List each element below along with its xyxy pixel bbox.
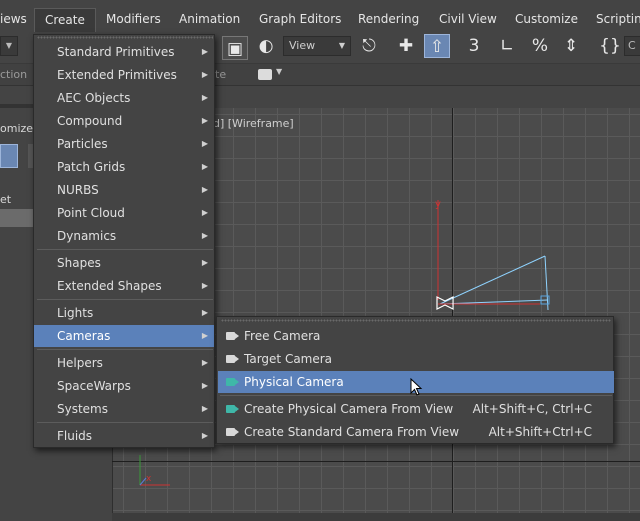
chevron-right-icon: ▶ [201, 162, 208, 171]
menu-item-label: Patch Grids [57, 160, 126, 174]
menu-item-label: Cameras [57, 329, 111, 343]
mouse-cursor-icon [410, 378, 423, 396]
menu-item-label: Target Camera [244, 352, 333, 366]
menu-item-label: AEC Objects [57, 91, 131, 105]
menu-item-label: Systems [57, 402, 108, 416]
create-menu-dropdown: Standard Primitives ▶ Extended Primitives… [33, 34, 215, 448]
menu-item-label: Lights [57, 306, 94, 320]
menu-separator [37, 299, 213, 300]
menu-item-label: Fluids [57, 429, 93, 443]
menu-item-create-standard-camera-from-view[interactable]: Create Standard Camera From View Alt+Shi… [218, 421, 614, 443]
chevron-right-icon: ▶ [201, 258, 208, 267]
chevron-right-icon: ▶ [201, 381, 208, 390]
menu-item-label: Helpers [57, 356, 103, 370]
menu-item-label: Particles [57, 137, 108, 151]
camera-object-icon [436, 296, 454, 310]
menu-separator [37, 349, 213, 350]
chevron-right-icon: ▶ [201, 47, 208, 56]
camera-frustum-line [439, 299, 549, 305]
menu-item-create-physical-camera-from-view[interactable]: Create Physical Camera From View Alt+Shi… [218, 398, 614, 420]
menu-item-nurbs[interactable]: NURBS ▶ [34, 179, 214, 201]
menu-item-label: NURBS [57, 183, 99, 197]
free-camera-icon [226, 332, 239, 340]
chevron-right-icon: ▶ [201, 404, 208, 413]
menu-separator [37, 249, 213, 250]
menu-item-label: Create Physical Camera From View [244, 402, 454, 416]
menu-item-label: Point Cloud [57, 206, 125, 220]
menu-grip [37, 36, 213, 39]
chevron-right-icon: ▶ [201, 185, 208, 194]
chevron-right-icon: ▶ [201, 70, 208, 79]
gizmo-x-letter: x [146, 474, 152, 484]
menu-item-particles[interactable]: Particles ▶ [34, 133, 214, 155]
menu-item-dynamics[interactable]: Dynamics ▶ [34, 225, 214, 247]
standard-camera-icon [226, 428, 239, 436]
chevron-right-icon: ▶ [201, 93, 208, 102]
y-axis-letter: y [435, 199, 441, 210]
menu-item-label: SpaceWarps [57, 379, 131, 393]
menu-item-label: Compound [57, 114, 123, 128]
menu-item-label: Physical Camera [244, 375, 344, 389]
menu-item-fluids[interactable]: Fluids ▶ [34, 425, 214, 447]
menu-item-patch-grids[interactable]: Patch Grids ▶ [34, 156, 214, 178]
chevron-right-icon: ▶ [201, 116, 208, 125]
camera-frustum-line [439, 255, 546, 305]
menu-item-label: Dynamics [57, 229, 117, 243]
menu-item-standard-primitives[interactable]: Standard Primitives ▶ [34, 41, 214, 63]
physical-camera-icon [226, 378, 239, 386]
menu-item-label: Free Camera [244, 329, 321, 343]
menu-item-helpers[interactable]: Helpers ▶ [34, 352, 214, 374]
menu-item-spacewarps[interactable]: SpaceWarps ▶ [34, 375, 214, 397]
menu-item-extended-primitives[interactable]: Extended Primitives ▶ [34, 64, 214, 86]
menu-separator [37, 422, 213, 423]
menu-item-point-cloud[interactable]: Point Cloud ▶ [34, 202, 214, 224]
menu-item-shortcut: Alt+Shift+C, Ctrl+C [472, 402, 592, 416]
chevron-right-icon: ▶ [201, 231, 208, 240]
menu-item-label: Shapes [57, 256, 101, 270]
camera-frustum-line [544, 255, 549, 311]
menu-item-systems[interactable]: Systems ▶ [34, 398, 214, 420]
viewport-bottom-strip [112, 513, 640, 521]
menu-item-label: Standard Primitives [57, 45, 175, 59]
chevron-right-icon: ▶ [201, 281, 208, 290]
menu-item-compound[interactable]: Compound ▶ [34, 110, 214, 132]
chevron-right-icon: ▶ [201, 139, 208, 148]
menu-item-extended-shapes[interactable]: Extended Shapes ▶ [34, 275, 214, 297]
menu-grip [221, 319, 611, 322]
chevron-right-icon: ▶ [201, 358, 208, 367]
chevron-right-icon: ▶ [201, 331, 208, 340]
menu-item-target-camera[interactable]: Target Camera [218, 348, 614, 370]
menu-item-free-camera[interactable]: Free Camera [218, 325, 614, 347]
menu-item-label: Extended Shapes [57, 279, 162, 293]
chevron-right-icon: ▶ [201, 431, 208, 440]
menu-item-shapes[interactable]: Shapes ▶ [34, 252, 214, 274]
menu-item-aec-objects[interactable]: AEC Objects ▶ [34, 87, 214, 109]
menu-item-lights[interactable]: Lights ▶ [34, 302, 214, 324]
menu-item-shortcut: Alt+Shift+Ctrl+C [488, 425, 592, 439]
menu-item-label: Extended Primitives [57, 68, 177, 82]
chevron-right-icon: ▶ [201, 308, 208, 317]
menu-item-cameras[interactable]: Cameras ▶ [34, 325, 214, 347]
physical-camera-icon [226, 405, 239, 413]
chevron-right-icon: ▶ [201, 208, 208, 217]
target-camera-icon [226, 355, 239, 363]
menu-item-label: Create Standard Camera From View [244, 425, 460, 439]
